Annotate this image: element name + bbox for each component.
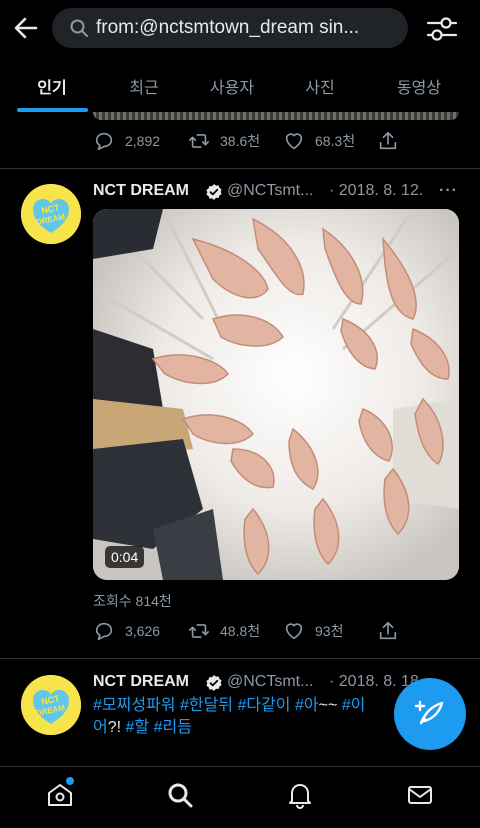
reply-count: 2,892 (125, 133, 161, 149)
hashtag-link[interactable]: 어 (93, 719, 108, 736)
messages-icon (408, 786, 432, 804)
share-icon (379, 131, 397, 150)
filter-icon[interactable] (426, 14, 458, 44)
reply-count: 3,626 (125, 623, 161, 639)
notification-dot (66, 777, 74, 785)
verified-icon (205, 183, 223, 201)
compose-icon (414, 700, 444, 725)
retweet-button[interactable]: 38.6천 (188, 129, 260, 153)
reply-button[interactable]: 3,626 (93, 619, 160, 643)
reply-icon (95, 622, 113, 641)
search-query-text: from:@nctsmtown_dream sin... (96, 17, 360, 38)
like-button[interactable]: 93천 (283, 619, 343, 643)
tweet-text-fragment: ?! (107, 719, 122, 736)
display-name[interactable]: NCT DREAM (93, 673, 189, 691)
hashtag-link[interactable]: #다같이 (237, 697, 290, 714)
previous-tweet-actions: 2,892 38.6천 68.3천 (93, 129, 463, 153)
back-arrow-icon[interactable] (10, 12, 42, 44)
retweet-count: 48.8천 (220, 623, 261, 639)
search-input[interactable]: from:@nctsmtown_dream sin... (52, 8, 408, 48)
explore-tab[interactable] (166, 781, 198, 813)
active-tab-indicator (17, 108, 88, 112)
explore-icon (168, 783, 193, 808)
more-options-button[interactable]: ··· (439, 182, 458, 200)
home-tab[interactable] (46, 777, 78, 813)
reply-icon (95, 132, 113, 151)
share-button[interactable] (377, 619, 409, 643)
like-icon (285, 133, 303, 150)
like-icon (285, 623, 303, 640)
retweet-icon (189, 624, 209, 638)
tweet-text-fragment: ~~ (318, 697, 338, 714)
share-button[interactable] (377, 129, 409, 153)
username-handle[interactable]: @NCTsmt... (227, 673, 327, 691)
top-bar: from:@nctsmtown_dream sin... (0, 0, 480, 56)
view-count: 조회수 814천 (93, 593, 172, 609)
like-count: 68.3천 (315, 133, 356, 149)
hashtag-link[interactable]: #이 (342, 697, 366, 714)
avatar[interactable]: NCT DREAM (21, 675, 81, 735)
divider (0, 658, 480, 659)
home-icon (48, 784, 72, 806)
hashtag-link[interactable]: #모찌성파워 (93, 697, 176, 714)
search-icon (70, 19, 88, 37)
retweet-count: 38.6천 (220, 133, 261, 149)
like-button[interactable]: 68.3천 (283, 129, 355, 153)
video-thumbnail (93, 209, 459, 580)
nct-dream-logo: NCT DREAM (21, 675, 81, 735)
messages-tab[interactable] (406, 781, 438, 813)
reply-button[interactable]: 2,892 (93, 129, 160, 153)
divider (0, 168, 480, 169)
retweet-icon (189, 134, 209, 148)
like-count: 93천 (315, 623, 344, 639)
tweet-actions: 3,626 48.8천 93천 (93, 619, 463, 643)
tab-photos[interactable]: 사진 (275, 74, 365, 98)
display-name[interactable]: NCT DREAM (93, 182, 189, 200)
video-duration: 0:04 (105, 546, 145, 568)
bottom-navigation (0, 766, 480, 828)
verified-icon (205, 674, 223, 692)
hashtag-link[interactable]: #아 (295, 697, 319, 714)
share-icon (379, 621, 397, 640)
hashtag-link[interactable]: #리듬 (154, 719, 192, 736)
tab-people[interactable]: 사용자 (187, 74, 277, 98)
retweet-button[interactable]: 48.8천 (188, 619, 260, 643)
previous-tweet-media[interactable] (93, 112, 459, 120)
nct-dream-logo: NCT DREAM (21, 184, 81, 244)
tab-top[interactable]: 인기 (7, 74, 97, 98)
tweet-date[interactable]: · 2018. 8. 12. (329, 182, 429, 200)
video-player[interactable]: 0:04 (93, 209, 459, 580)
avatar[interactable]: NCT DREAM (21, 184, 81, 244)
hashtag-link[interactable]: #한달뒤 (180, 697, 233, 714)
compose-button[interactable] (394, 678, 466, 750)
tab-videos[interactable]: 동영상 (374, 74, 464, 98)
username-handle[interactable]: @NCTsmt... (227, 182, 327, 200)
tweet-header: NCT DREAM @NCTsmt... · 2018. 8. 12. ··· (93, 182, 465, 204)
search-tabs: 인기 최근 사용자 사진 동영상 (0, 56, 480, 112)
tab-latest[interactable]: 최근 (99, 74, 189, 98)
notifications-icon (289, 784, 311, 809)
notifications-tab[interactable] (286, 781, 318, 813)
hashtag-link[interactable]: #할 (126, 719, 150, 736)
